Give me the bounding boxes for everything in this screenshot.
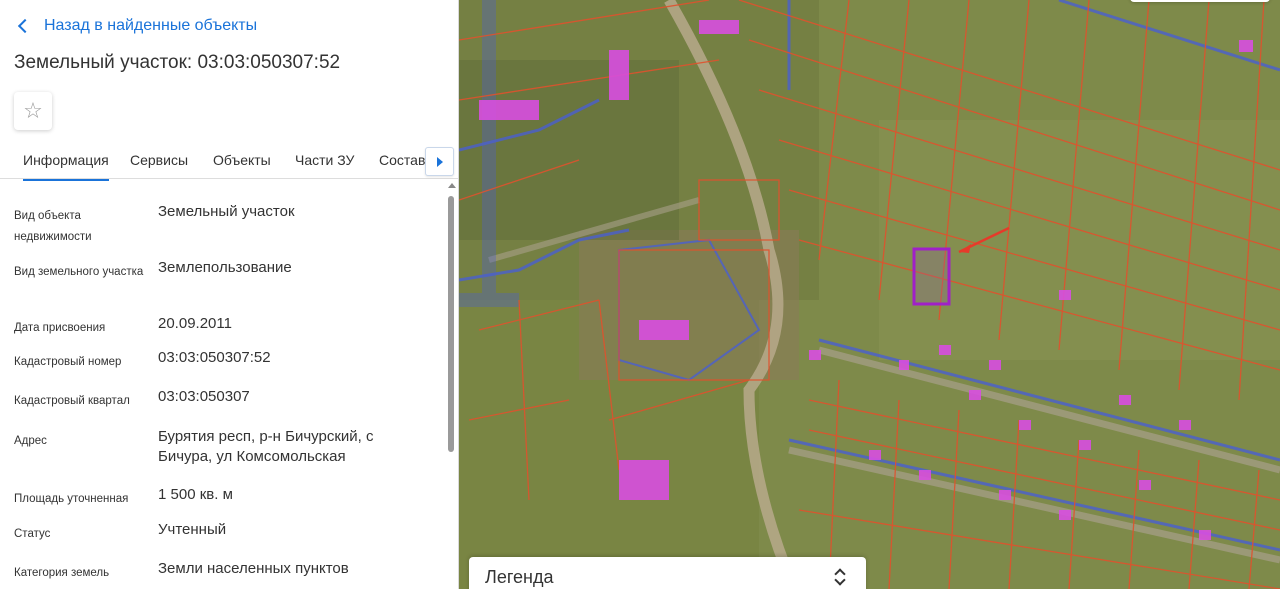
detail-row: Площадь уточненная 1 500 кв. м: [14, 485, 434, 511]
legend-panel[interactable]: Легенда: [469, 557, 866, 589]
star-icon: ☆: [23, 98, 43, 123]
detail-row: Вид объекта недвижимости Земельный участ…: [14, 202, 434, 250]
tab-information[interactable]: Информация: [23, 152, 109, 181]
detail-row: Статус Учтенный: [14, 520, 434, 546]
favorite-button[interactable]: ☆: [14, 92, 52, 130]
tab-bar: Информация Сервисы Объекты Части ЗУ Сост…: [0, 140, 458, 181]
detail-label: Кадастровый номер: [14, 356, 122, 368]
detail-value: 20.09.2011: [158, 315, 232, 332]
detail-label: Статус: [14, 528, 51, 540]
tab-parcel-parts[interactable]: Части ЗУ: [295, 152, 354, 168]
detail-label: Адрес: [14, 435, 47, 447]
detail-label: Кадастровый квартал: [14, 395, 130, 407]
tab-composition[interactable]: Состав: [379, 152, 425, 168]
selected-parcel[interactable]: [912, 247, 951, 306]
tab-services[interactable]: Сервисы: [130, 152, 188, 168]
detail-value: Земли населенных пунктов: [158, 560, 349, 577]
detail-value: Учтенный: [158, 521, 227, 538]
detail-label: Площадь уточненная: [14, 493, 129, 505]
detail-value: Землепользование: [158, 259, 292, 276]
legend-title: Легенда: [485, 567, 554, 587]
back-link-label: Назад в найденные объекты: [44, 17, 258, 34]
page-title: Земельный участок: 03:03:050307:52: [14, 52, 341, 73]
tabs-next-button[interactable]: [425, 147, 454, 176]
detail-row: Дата присвоения 20.09.2011: [14, 314, 434, 340]
satellite-map-layer[interactable]: [459, 0, 1280, 589]
detail-value: 1 500 кв. м: [158, 486, 233, 503]
detail-row: Кадастровый номер 03:03:050307:52: [14, 348, 434, 374]
detail-label: Категория земель: [14, 567, 110, 579]
detail-row: Категория земель Земли населенных пункто…: [14, 559, 434, 585]
expand-collapse-icon[interactable]: [834, 567, 846, 585]
detail-value: 03:03:050307:52: [158, 349, 271, 366]
back-link[interactable]: Назад в найденные объекты: [14, 14, 257, 38]
detail-value: 03:03:050307: [158, 388, 250, 405]
cadastral-map[interactable]: Легенда: [459, 0, 1280, 589]
chevron-left-icon: [17, 18, 33, 34]
detail-label: Дата присвоения: [14, 322, 106, 334]
object-info-panel: Назад в найденные объекты Земельный учас…: [0, 0, 459, 589]
detail-row: Адрес Бурятия респ, р-н Бичурский, с Бич…: [14, 427, 434, 471]
detail-label: Вид земельного участка: [14, 266, 144, 278]
tab-objects[interactable]: Объекты: [213, 152, 271, 168]
caret-right-icon: [436, 156, 443, 167]
detail-row: Вид земельного участка Землепользование: [14, 258, 434, 306]
map-toolbar-edge[interactable]: [1130, 0, 1270, 2]
scrollbar-thumb[interactable]: [448, 196, 454, 452]
detail-label: Вид объекта недвижимости: [14, 210, 92, 243]
panel-scrollbar[interactable]: [446, 180, 456, 589]
detail-value: Бурятия респ, р-н Бичурский, с Бичура, у…: [158, 428, 374, 465]
detail-value: Земельный участок: [158, 203, 295, 220]
detail-row: Кадастровый квартал 03:03:050307: [14, 387, 434, 413]
scroll-up-icon[interactable]: [448, 183, 456, 188]
